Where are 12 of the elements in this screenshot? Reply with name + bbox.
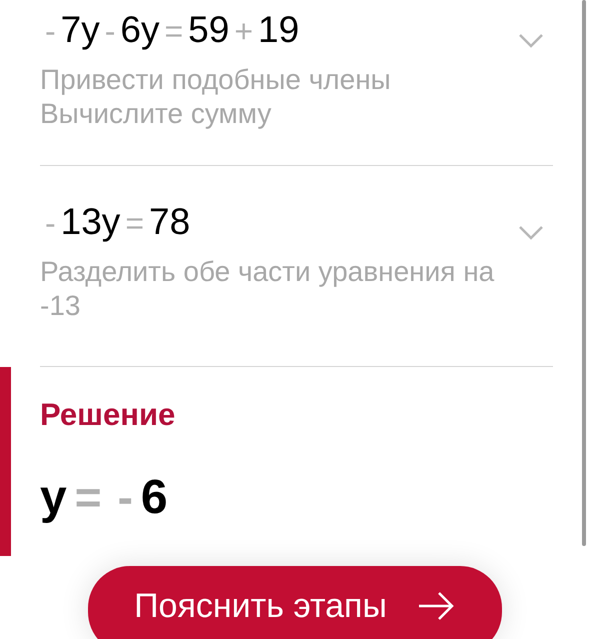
step-description: Вычислите сумму [40,97,272,131]
solution-label: Решение [40,397,176,433]
scrollbar[interactable] [582,0,586,546]
step-equation: -7y-6y=59+19 [44,10,300,51]
step-equation: -13y=78 [44,202,192,243]
explain-steps-button[interactable]: Пояснить этапы [88,566,502,639]
solution-equation: y = - 6 [40,470,169,526]
step-description: Разделить обе части уравнения на -13 [40,255,496,323]
chevron-down-icon[interactable] [519,226,543,240]
chevron-down-icon[interactable] [519,34,543,48]
arrow-right-icon [416,591,455,621]
step-description: Привести подобные члены [40,63,391,97]
